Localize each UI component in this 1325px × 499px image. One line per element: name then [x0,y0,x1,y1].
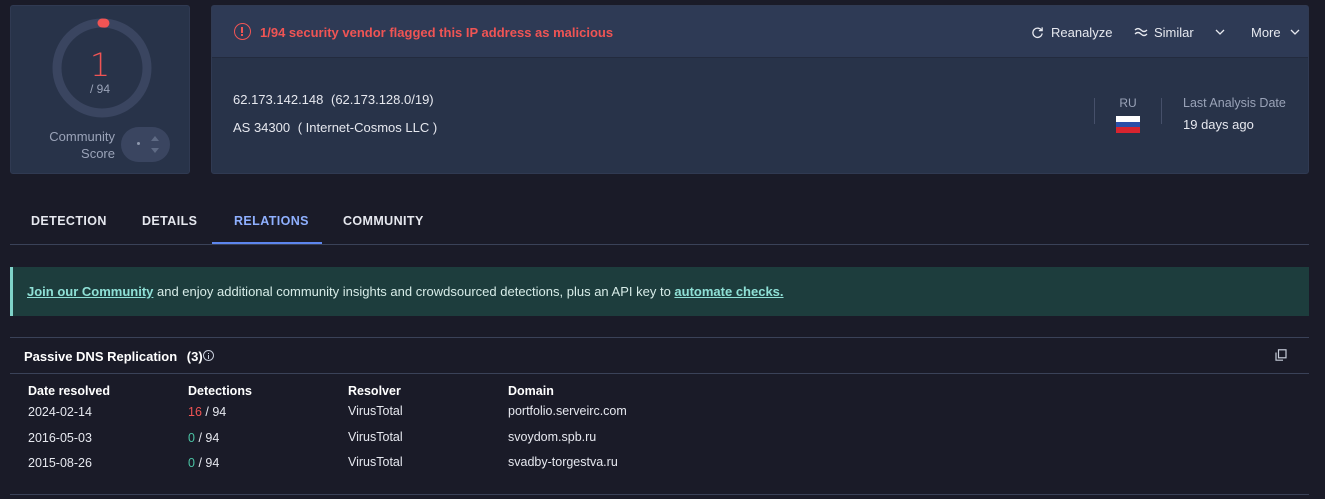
as-line: AS 34300 ( Internet-Cosmos LLC ) [233,120,437,135]
passive-dns-title-text: Passive DNS Replication [24,349,178,364]
row-domain-link[interactable]: svadby-torgestva.ru [508,455,618,469]
detections-total: / 94 [205,405,227,419]
alert-text: 1/94 security vendor flagged this IP add… [260,25,614,40]
as-owner: ( Internet-Cosmos LLC ) [297,120,438,135]
row-date: 2015-08-26 [28,456,92,470]
ip-address: 62.173.142.148 [233,92,324,107]
active-tab-indicator [212,242,322,244]
detection-score-total: / 94 [89,82,110,96]
country-code: RU [1119,96,1137,110]
vote-up-icon[interactable] [151,136,159,141]
detections-count: 0 [188,431,195,445]
tab-community[interactable]: COMMUNITY [343,214,424,228]
detection-score-card: 1 / 94 Community Score [10,5,190,174]
automate-checks-link[interactable]: automate checks. [674,284,783,299]
row-detections: 16 / 94 [188,405,226,419]
divider [1094,98,1095,124]
column-header-date: Date resolved [28,384,110,398]
row-resolver: VirusTotal [348,455,403,469]
community-score-vote[interactable] [121,127,170,162]
join-community-link[interactable]: Join our Community [27,284,153,299]
similar-button[interactable]: Similar [1134,25,1225,40]
detections-count: 0 [188,456,195,470]
row-domain-link[interactable]: portfolio.serveirc.com [508,404,627,418]
row-resolver: VirusTotal [348,430,403,444]
vote-down-icon[interactable] [151,148,159,153]
row-date: 2016-05-03 [28,431,92,445]
tab-bar: DETECTION DETAILS RELATIONS COMMUNITY [10,200,1309,245]
reanalyze-button[interactable]: Reanalyze [1031,25,1112,40]
alert-circle-icon [234,23,251,40]
banner-text: Join our Community and enjoy additional … [27,284,784,299]
as-number: AS 34300 [233,120,291,135]
detection-score-value: 1 [89,46,111,84]
tab-details[interactable]: DETAILS [142,214,197,228]
copy-icon[interactable] [1275,349,1287,361]
ip-summary-card: 1/94 security vendor flagged this IP add… [211,5,1309,174]
passive-dns-count: (3) [186,349,203,364]
divider [1161,98,1162,124]
more-label: More [1251,25,1281,40]
flag-stripe [1116,127,1140,133]
last-analysis-label: Last Analysis Date [1183,96,1286,110]
row-resolver: VirusTotal [348,404,403,418]
column-header-resolver: Resolver [348,384,401,398]
ip-network: (62.173.128.0/19) [331,92,434,107]
russia-flag-icon [1116,116,1140,133]
last-analysis-value: 19 days ago [1183,117,1254,132]
alert-bar: 1/94 security vendor flagged this IP add… [212,6,1308,58]
row-domain-link[interactable]: svoydom.spb.ru [508,430,596,444]
tab-relations[interactable]: RELATIONS [234,214,309,228]
row-date: 2024-02-14 [28,405,92,419]
community-banner: Join our Community and enjoy additional … [10,267,1309,316]
detections-count: 16 [188,405,202,419]
more-button[interactable]: More [1251,25,1300,40]
community-score-label: Community Score [49,129,115,161]
detections-total: / 94 [198,456,220,470]
similar-icon [1134,27,1148,37]
tab-detection[interactable]: DETECTION [31,214,107,228]
divider [10,373,1309,374]
chevron-down-icon [1215,29,1225,35]
row-detections: 0 / 94 [188,431,219,445]
passive-dns-title: Passive DNS Replication (3) [24,349,203,364]
info-icon[interactable] [203,350,214,361]
refresh-icon [1032,27,1043,39]
divider [10,337,1309,338]
detections-total: / 94 [198,431,220,445]
column-header-domain: Domain [508,384,554,398]
column-header-detections: Detections [188,384,252,398]
chevron-down-icon [1290,29,1300,35]
banner-message: and enjoy additional community insights … [153,284,675,299]
row-detections: 0 / 94 [188,456,219,470]
community-score-dot [137,142,140,145]
divider [10,494,1309,495]
ip-address-line: 62.173.142.148 (62.173.128.0/19) [233,92,434,107]
